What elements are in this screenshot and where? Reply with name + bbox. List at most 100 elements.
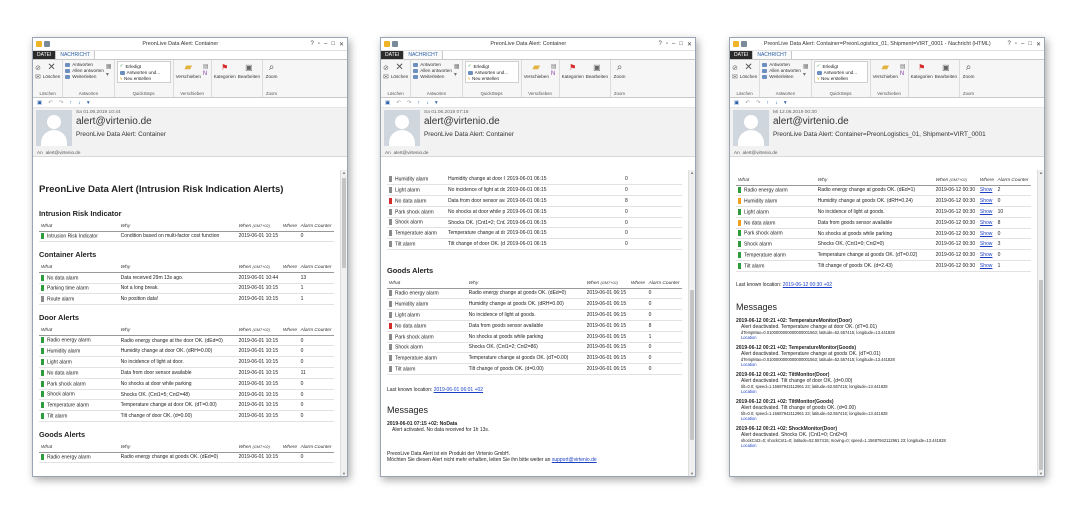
message-location-link[interactable]: Location	[741, 389, 756, 394]
maximize-icon[interactable]: □	[1028, 41, 1032, 48]
save-icon[interactable]: ▣	[734, 100, 739, 106]
reply-button[interactable]: Antworten	[413, 62, 452, 67]
help-icon[interactable]: ?	[1008, 41, 1011, 48]
show-location-link[interactable]: Show	[977, 228, 996, 240]
minimize-icon[interactable]: –	[672, 41, 675, 48]
delete-button[interactable]: ✕ Löschen	[43, 61, 60, 79]
meeting-icon[interactable]: ▦	[803, 63, 809, 70]
forward-button[interactable]: Weiterleiten	[65, 74, 104, 79]
show-location-link[interactable]: Show	[977, 195, 996, 208]
save-icon[interactable]: ▣	[385, 100, 390, 106]
quicksteps-gallery[interactable]: ✓ Erledigt Antworten und... ϟ Neu erstelle…	[116, 61, 171, 83]
undo-icon[interactable]: ↶	[745, 100, 750, 106]
ignore-icon[interactable]: ⊘	[35, 64, 41, 72]
save-icon[interactable]: ▣	[37, 100, 42, 106]
tab-file[interactable]: DATEI	[381, 51, 404, 59]
edit-button[interactable]: ▣ Bearbeiten	[586, 61, 608, 79]
message-location-link[interactable]: Location	[741, 443, 756, 448]
to-address[interactable]: alert@virtenio.de	[743, 150, 778, 155]
edit-button[interactable]: ▣ Bearbeiten	[935, 61, 957, 79]
vertical-scrollbar[interactable]: ▲ ▼	[340, 170, 347, 476]
sender[interactable]: alert@virtenio.de	[773, 116, 986, 127]
reply-all-button[interactable]: Allen antworten	[65, 68, 104, 73]
show-link-text[interactable]: Show	[980, 252, 993, 258]
zoom-button[interactable]: ⌕ Zoom	[613, 61, 626, 79]
reply-button[interactable]: Antworten	[65, 62, 104, 67]
show-location-link[interactable]: Show	[977, 260, 996, 272]
message-location-link[interactable]: Location	[741, 335, 756, 340]
up-arrow-icon[interactable]: ↑	[766, 100, 769, 106]
qs-new[interactable]: ϟ Neu erstellen	[120, 76, 168, 81]
restore-icon[interactable]: ▫	[1015, 41, 1017, 48]
scroll-up-icon[interactable]: ▲	[689, 170, 695, 175]
to-address[interactable]: alert@virtenio.de	[394, 150, 429, 155]
show-link-text[interactable]: Show	[980, 209, 993, 215]
junk-icon[interactable]: ✉	[383, 73, 389, 81]
support-link[interactable]: support@virtenio.de	[552, 457, 597, 463]
help-icon[interactable]: ?	[659, 41, 662, 48]
vertical-scrollbar[interactable]: ▲ ▼	[688, 170, 695, 476]
qs-done[interactable]: ✓ Erledigt	[817, 63, 865, 69]
delete-button[interactable]: ✕ Löschen	[391, 61, 408, 79]
scroll-down-icon[interactable]: ▼	[1038, 471, 1044, 476]
to-address[interactable]: alert@virtenio.de	[46, 150, 81, 155]
up-arrow-icon[interactable]: ↑	[417, 100, 420, 106]
down-arrow-icon[interactable]: ↓	[426, 100, 429, 106]
reply-all-button[interactable]: Allen antworten	[762, 68, 801, 73]
show-link-text[interactable]: Show	[980, 198, 993, 204]
sender[interactable]: alert@virtenio.de	[76, 116, 166, 127]
maximize-icon[interactable]: □	[331, 41, 335, 48]
show-link-text[interactable]: Show	[980, 241, 993, 247]
categories-button[interactable]: ⚑ Kategorien	[911, 61, 933, 79]
onenote-icon[interactable]: N	[203, 71, 209, 77]
move-button[interactable]: ▰ Verschieben	[524, 61, 549, 79]
rules-icon[interactable]: ▤	[900, 63, 906, 70]
redo-icon[interactable]: ↷	[407, 100, 412, 106]
maximize-icon[interactable]: □	[679, 41, 683, 48]
message-location-link[interactable]: Location	[741, 416, 756, 421]
qs-new[interactable]: ϟ Neu erstellen	[817, 76, 865, 81]
show-link-text[interactable]: Show	[980, 187, 993, 193]
customize-icon[interactable]: ▾	[87, 100, 90, 106]
more-respond-icon[interactable]: ▾	[106, 71, 112, 78]
help-icon[interactable]: ?	[311, 41, 314, 48]
delete-button[interactable]: ✕ Löschen	[740, 61, 757, 79]
scroll-thumb[interactable]	[342, 178, 346, 268]
show-link-text[interactable]: Show	[980, 220, 993, 226]
tab-message[interactable]: NACHRICHT	[752, 51, 792, 59]
minimize-icon[interactable]: –	[1021, 41, 1024, 48]
junk-icon[interactable]: ✉	[35, 73, 41, 81]
show-location-link[interactable]: Show	[977, 206, 996, 218]
down-arrow-icon[interactable]: ↓	[775, 100, 778, 106]
restore-icon[interactable]: ▫	[318, 41, 320, 48]
categories-button[interactable]: ⚑ Kategorien	[214, 61, 236, 79]
up-arrow-icon[interactable]: ↑	[69, 100, 72, 106]
redo-icon[interactable]: ↷	[756, 100, 761, 106]
quicksteps-gallery[interactable]: ✓ Erledigt Antworten und... ϟ Neu erstelle…	[464, 61, 519, 83]
junk-icon[interactable]: ✉	[732, 73, 738, 81]
scroll-thumb[interactable]	[690, 290, 694, 440]
qs-new[interactable]: ϟ Neu erstellen	[468, 76, 516, 81]
tab-file[interactable]: DATEI	[730, 51, 753, 59]
scroll-down-icon[interactable]: ▼	[341, 471, 347, 476]
undo-icon[interactable]: ↶	[396, 100, 401, 106]
show-link-text[interactable]: Show	[980, 263, 993, 269]
qs-reply-delete[interactable]: Antworten und...	[467, 70, 516, 75]
onenote-icon[interactable]: N	[900, 71, 906, 77]
categories-button[interactable]: ⚑ Kategorien	[562, 61, 584, 79]
close-icon[interactable]: ✕	[339, 41, 344, 48]
rules-icon[interactable]: ▤	[203, 63, 209, 70]
reply-all-button[interactable]: Allen antworten	[413, 68, 452, 73]
meeting-icon[interactable]: ▦	[106, 63, 112, 70]
forward-button[interactable]: Weiterleiten	[413, 74, 452, 79]
last-location-link[interactable]: 2019-06-01 06:01 +02	[434, 387, 483, 393]
meeting-icon[interactable]: ▦	[454, 63, 460, 70]
tab-file[interactable]: DATEI	[33, 51, 56, 59]
scroll-up-icon[interactable]: ▲	[341, 170, 347, 175]
edit-button[interactable]: ▣ Bearbeiten	[238, 61, 260, 79]
ignore-icon[interactable]: ⊘	[383, 64, 389, 72]
onenote-icon[interactable]: N	[551, 71, 557, 77]
show-location-link[interactable]: Show	[977, 185, 996, 197]
more-respond-icon[interactable]: ▾	[454, 71, 460, 78]
scroll-up-icon[interactable]: ▲	[1038, 170, 1044, 175]
